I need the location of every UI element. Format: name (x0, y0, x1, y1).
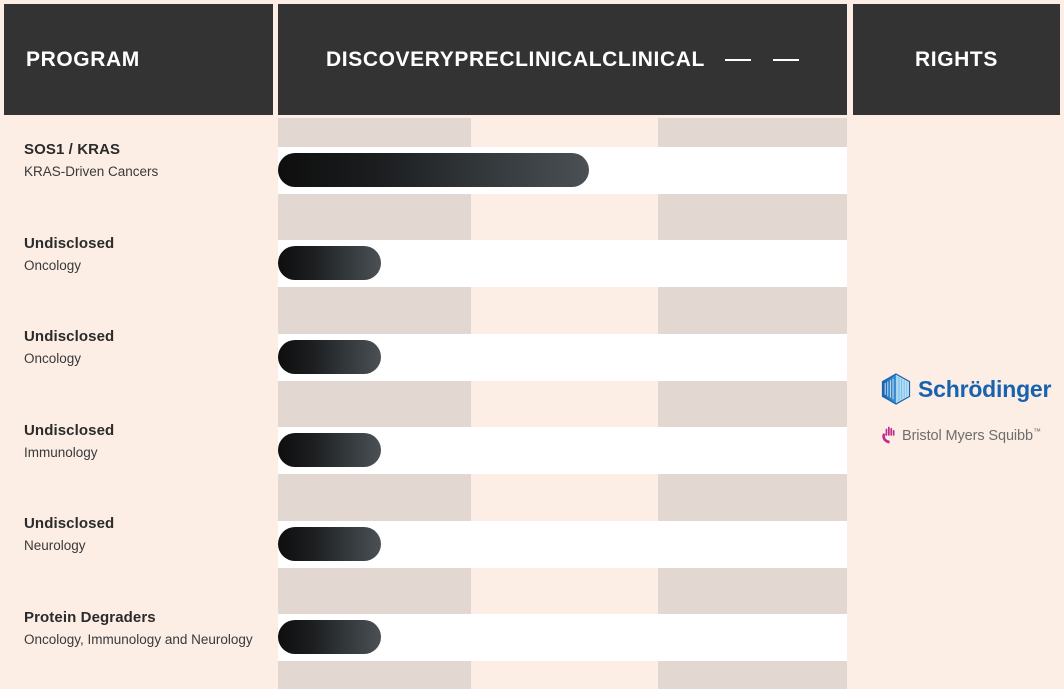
schrodinger-wordmark: Schrödinger (918, 376, 1051, 403)
bms-name: Bristol Myers Squibb (902, 427, 1033, 443)
header-rights-label: RIGHTS (915, 48, 998, 72)
rights-column: Schrödinger Bristol Myers Squibb™ (853, 118, 1060, 689)
progress-bar-row-6[interactable] (278, 620, 381, 654)
program-indication: Oncology (24, 349, 264, 368)
program-row[interactable]: Undisclosed Oncology (24, 327, 264, 368)
progress-bar-row-5[interactable] (278, 527, 381, 561)
partner-logo-schrodinger[interactable]: Schrödinger (881, 373, 1051, 405)
program-row[interactable]: SOS1 / KRAS KRAS-Driven Cancers (24, 140, 264, 181)
pipeline-chart: PROGRAM DISCOVERY PRECLINICAL CLINICAL R… (0, 0, 1064, 689)
header-program-column: PROGRAM (4, 4, 273, 115)
header-rights-column: RIGHTS (853, 4, 1060, 115)
band-discovery (278, 118, 471, 689)
program-name: Undisclosed (24, 514, 264, 533)
program-indication: KRAS-Driven Cancers (24, 162, 264, 181)
phase-bands (278, 118, 847, 689)
program-row[interactable]: Protein Degraders Oncology, Immunology a… (24, 608, 264, 649)
header-phases-column: DISCOVERY PRECLINICAL CLINICAL (278, 4, 847, 115)
program-column: SOS1 / KRAS KRAS-Driven Cancers Undisclo… (0, 118, 273, 689)
program-indication: Oncology, Immunology and Neurology (24, 630, 264, 649)
phase-label-preclinical: PRECLINICAL (454, 48, 602, 72)
bms-trademark: ™ (1033, 427, 1041, 436)
progress-bar-row-2[interactable] (278, 246, 381, 280)
program-indication: Immunology (24, 443, 264, 462)
program-row[interactable]: Undisclosed Neurology (24, 514, 264, 555)
phase-marker-dash-1 (725, 59, 751, 61)
bms-wordmark: Bristol Myers Squibb™ (902, 427, 1041, 444)
program-row[interactable]: Undisclosed Immunology (24, 421, 264, 462)
program-name: Protein Degraders (24, 608, 264, 627)
program-name: Undisclosed (24, 421, 264, 440)
program-indication: Neurology (24, 536, 264, 555)
phase-marker-dash-2 (773, 59, 799, 61)
progress-bar-row-4[interactable] (278, 433, 381, 467)
program-name: SOS1 / KRAS (24, 140, 264, 159)
band-preclinical (471, 118, 658, 689)
program-indication: Oncology (24, 256, 264, 275)
phase-label-group: DISCOVERY PRECLINICAL CLINICAL (326, 48, 799, 72)
phase-label-discovery: DISCOVERY (326, 48, 454, 72)
program-name: Undisclosed (24, 234, 264, 253)
program-name: Undisclosed (24, 327, 264, 346)
partner-logo-bristol-myers-squibb[interactable]: Bristol Myers Squibb™ (881, 425, 1041, 445)
band-clinical (658, 118, 847, 689)
program-row[interactable]: Undisclosed Oncology (24, 234, 264, 275)
bms-hand-icon (881, 425, 897, 445)
progress-bar-row-3[interactable] (278, 340, 381, 374)
schrodinger-hex-icon (881, 373, 911, 405)
phase-label-clinical: CLINICAL (602, 48, 705, 72)
progress-bar-row-1[interactable] (278, 153, 589, 187)
header-program-label: PROGRAM (26, 48, 140, 72)
